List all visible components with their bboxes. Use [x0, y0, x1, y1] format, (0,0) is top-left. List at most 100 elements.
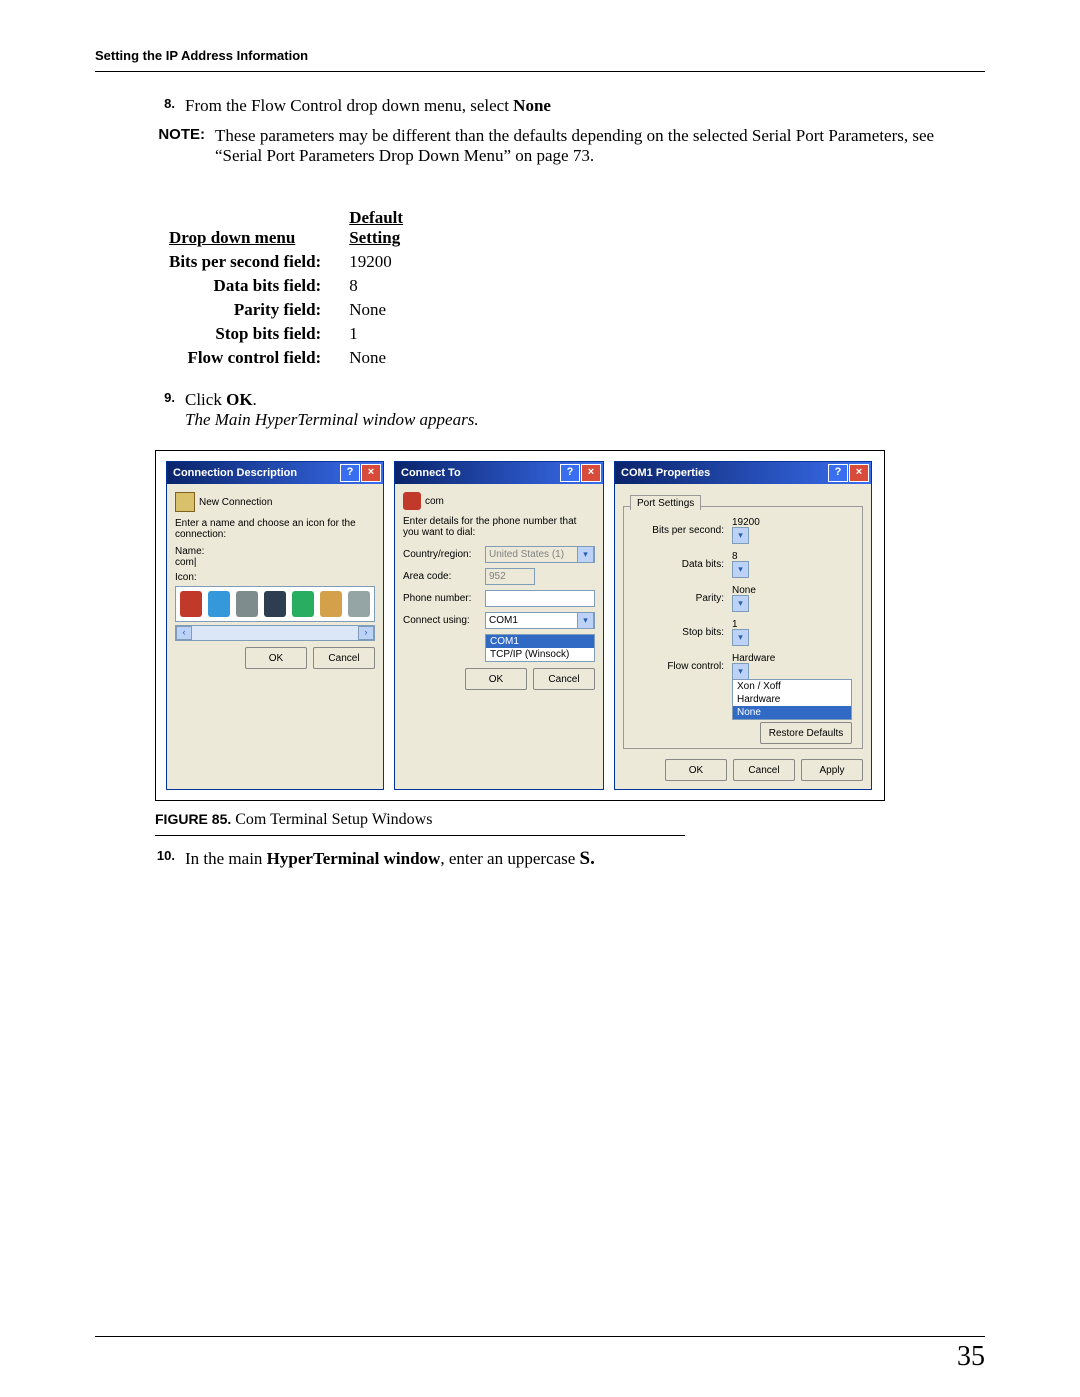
dialog2-sub: com [425, 496, 444, 507]
close-button[interactable]: × [581, 464, 601, 482]
chevron-down-icon: ▾ [732, 527, 749, 544]
option-tcpip[interactable]: TCP/IP (Winsock) [486, 648, 594, 661]
page-number: 35 [957, 1341, 985, 1373]
help-button[interactable]: ? [340, 464, 360, 482]
phone-input[interactable] [485, 590, 595, 607]
running-header: Setting the IP Address Information [95, 40, 985, 71]
icon-picker[interactable] [175, 586, 375, 622]
col-dropdown-header: Drop down menu [155, 206, 335, 250]
dialog3-titlebar: COM1 Properties ? × [615, 462, 871, 484]
dialog1-titlebar: Connection Description ? × [167, 462, 383, 484]
databits-dropdown[interactable]: 8▾ [732, 551, 852, 577]
row-value: None [335, 346, 417, 370]
icon-label: Icon: [175, 572, 375, 583]
dialog-connection-description: Connection Description ? × New Connectio… [166, 461, 384, 790]
step-9-italic: The Main HyperTerminal window appears. [185, 410, 479, 429]
ok-button[interactable]: OK [245, 647, 307, 669]
ok-button[interactable]: OK [465, 668, 527, 690]
cancel-button[interactable]: Cancel [733, 759, 795, 781]
country-label: Country/region: [403, 549, 481, 560]
bps-label: Bits per second: [634, 525, 724, 536]
name-input[interactable]: com| [175, 557, 375, 568]
parity-value: None [732, 585, 756, 596]
help-button[interactable]: ? [560, 464, 580, 482]
flowcontrol-options[interactable]: Xon / Xoff Hardware None [732, 679, 852, 720]
dialog1-title-text: Connection Description [173, 467, 297, 479]
help-button[interactable]: ? [828, 464, 848, 482]
connection-icon [175, 492, 195, 512]
step-8-text-b: None [513, 96, 551, 115]
chevron-down-icon: ▾ [732, 561, 749, 578]
chevron-down-icon: ▾ [577, 612, 594, 629]
connect-using-value: COM1 [489, 615, 518, 626]
bps-dropdown[interactable]: 19200▾ [732, 517, 852, 543]
col-default-header: Default Setting [335, 206, 417, 250]
table-row: Flow control field:None [155, 346, 417, 370]
chevron-down-icon: ▾ [732, 629, 749, 646]
cancel-button[interactable]: Cancel [533, 668, 595, 690]
port-settings-panel: Port Settings Bits per second:19200▾ Dat… [623, 506, 863, 749]
row-label: Parity field: [155, 298, 335, 322]
step-8-number: 8. [95, 96, 175, 111]
step-10-text-d: S. [580, 848, 595, 869]
chevron-down-icon: ▾ [577, 546, 594, 563]
new-connection-label: New Connection [199, 497, 272, 508]
name-input-value: com| [175, 557, 197, 568]
step-10-text: In the main HyperTerminal window, enter … [185, 848, 965, 870]
country-value: United States (1) [489, 549, 564, 560]
flowcontrol-dropdown[interactable]: Hardware▾ [732, 653, 852, 679]
figure-85: Connection Description ? × New Connectio… [155, 450, 885, 801]
row-label: Bits per second field: [155, 250, 335, 274]
option-com1[interactable]: COM1 [486, 635, 594, 648]
dialog2-title-text: Connect To [401, 467, 461, 479]
default-header-line2: Setting [349, 228, 400, 247]
step-9-text-c: . [253, 390, 257, 409]
step-9-number: 9. [95, 390, 175, 405]
step-10-text-a: In the main [185, 849, 267, 868]
close-button[interactable]: × [361, 464, 381, 482]
country-dropdown[interactable]: United States (1) ▾ [485, 546, 595, 563]
step-9-text-b: OK [226, 390, 252, 409]
tab-port-settings[interactable]: Port Settings [630, 495, 701, 510]
note-label: NOTE: [95, 126, 205, 143]
dialog-connect-to: Connect To ? × com Enter details for the… [394, 461, 604, 790]
option-xonxoff[interactable]: Xon / Xoff [733, 680, 851, 693]
dialog1-instruction: Enter a name and choose an icon for the … [175, 518, 375, 540]
step-8-text: From the Flow Control drop down menu, se… [185, 96, 965, 116]
option-hardware[interactable]: Hardware [733, 693, 851, 706]
step-10-text-c: , enter an uppercase [440, 849, 579, 868]
icon-scrollbar[interactable]: ‹ › [175, 625, 375, 641]
dialog-com1-properties: COM1 Properties ? × Port Settings Bits p… [614, 461, 872, 790]
close-button[interactable]: × [849, 464, 869, 482]
scroll-right-icon[interactable]: › [358, 626, 374, 640]
table-row: Data bits field:8 [155, 274, 417, 298]
databits-label: Data bits: [634, 559, 724, 570]
connect-using-dropdown[interactable]: COM1 ▾ [485, 612, 595, 629]
step-9-text-a: Click [185, 390, 226, 409]
scroll-left-icon[interactable]: ‹ [176, 626, 192, 640]
area-code-value: 952 [489, 571, 506, 582]
stopbits-dropdown[interactable]: 1▾ [732, 619, 852, 645]
header-rule [95, 71, 985, 72]
flowcontrol-value: Hardware [732, 653, 775, 664]
cancel-button[interactable]: Cancel [313, 647, 375, 669]
restore-defaults-button[interactable]: Restore Defaults [760, 722, 852, 744]
connect-using-options[interactable]: COM1 TCP/IP (Winsock) [485, 634, 595, 662]
ok-button[interactable]: OK [665, 759, 727, 781]
parity-label: Parity: [634, 593, 724, 604]
row-value: 8 [335, 274, 417, 298]
figure-caption: FIGURE 85. Com Terminal Setup Windows [155, 805, 685, 836]
step-10-text-b: HyperTerminal window [267, 849, 441, 868]
option-none[interactable]: None [733, 706, 851, 719]
databits-value: 8 [732, 551, 738, 562]
area-code-input[interactable]: 952 [485, 568, 535, 585]
phone-icon [403, 492, 421, 510]
dialog3-title-text: COM1 Properties [621, 467, 710, 479]
apply-button[interactable]: Apply [801, 759, 863, 781]
row-label: Stop bits field: [155, 322, 335, 346]
step-8-note: NOTE: These parameters may be different … [95, 126, 985, 166]
chevron-down-icon: ▾ [732, 663, 749, 680]
table-row: Bits per second field:19200 [155, 250, 417, 274]
parity-dropdown[interactable]: None▾ [732, 585, 852, 611]
dialog2-titlebar: Connect To ? × [395, 462, 603, 484]
